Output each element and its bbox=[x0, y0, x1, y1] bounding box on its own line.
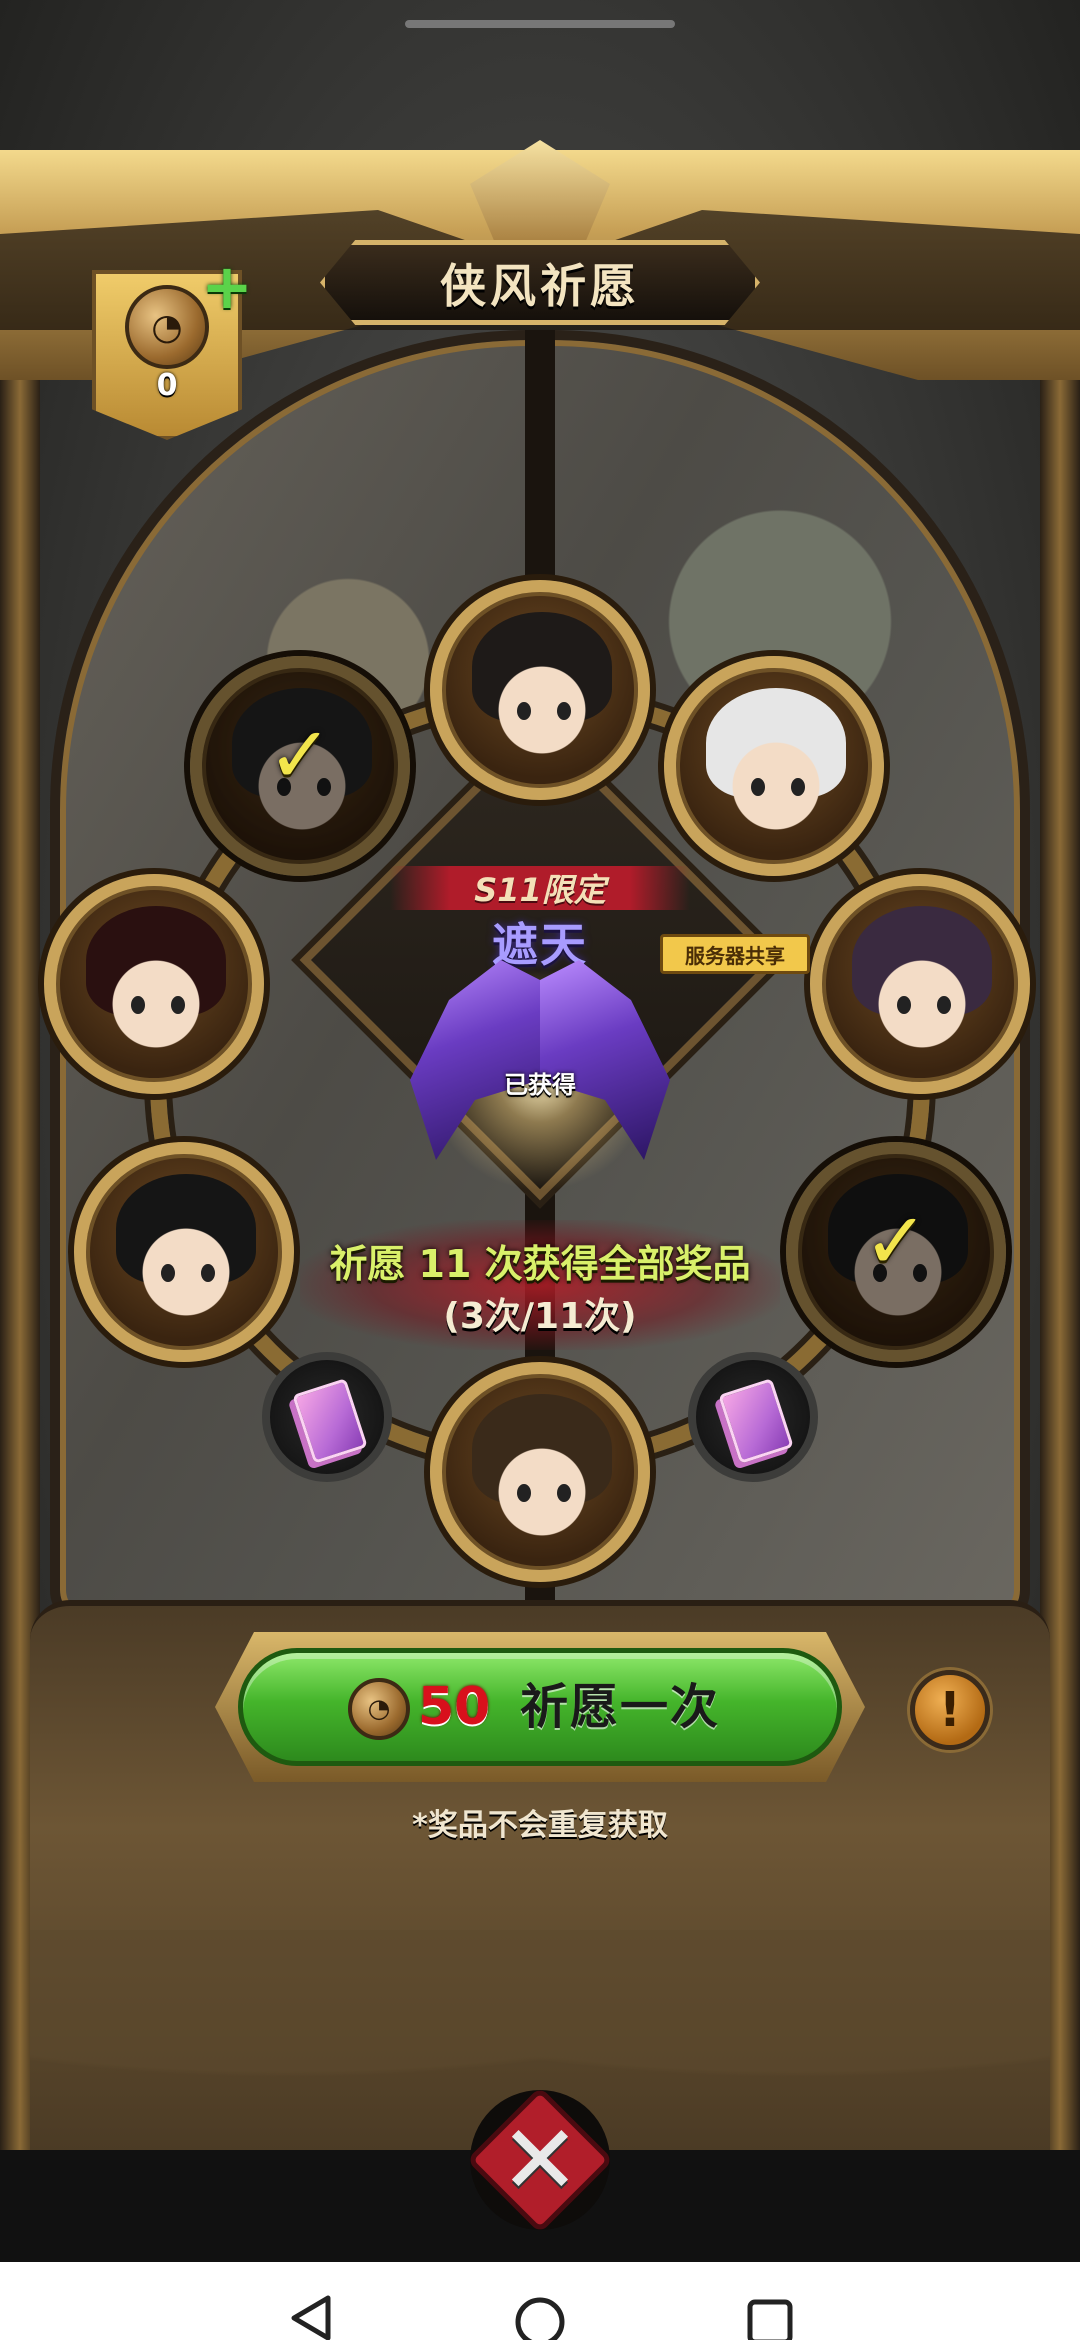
eye bbox=[557, 702, 571, 720]
eye bbox=[897, 996, 911, 1014]
eye bbox=[131, 996, 145, 1014]
info-button[interactable]: ! bbox=[910, 1670, 990, 1750]
portrait-bottom[interactable] bbox=[430, 1362, 650, 1582]
home-icon[interactable] bbox=[510, 2292, 570, 2340]
face-shape bbox=[721, 708, 831, 838]
eye bbox=[201, 1264, 215, 1282]
card-pack-icon bbox=[292, 1378, 368, 1464]
item-name: 遮天 bbox=[492, 918, 588, 972]
season-tag: S11限定 bbox=[474, 871, 606, 909]
face-shape bbox=[867, 926, 977, 1056]
portrait-bottom-left[interactable] bbox=[74, 1142, 294, 1362]
obtained-label: 已获得 bbox=[504, 1070, 576, 1099]
eye bbox=[517, 1484, 531, 1502]
face-shape bbox=[487, 1414, 597, 1544]
server-shared-badge: 服务器共享 bbox=[660, 934, 810, 974]
wish-button-label: 祈愿一次 bbox=[520, 1679, 721, 1735]
obtained-check-icon: ✓ bbox=[267, 711, 333, 801]
no-duplicate-note: *奖品不会重复获取 bbox=[412, 1808, 668, 1843]
gesture-handle bbox=[405, 20, 675, 28]
face-shape bbox=[131, 1194, 241, 1324]
eye bbox=[791, 778, 805, 796]
eye bbox=[937, 996, 951, 1014]
game-screen: 侠风祈愿 ◔ + 0 ✓ ✓ S11限定 遮天 服务器共享 已获得 祈愿 11 次… bbox=[0, 0, 1080, 2262]
eye bbox=[751, 778, 765, 796]
wind-coin-icon: ◔ bbox=[348, 1678, 410, 1740]
eye bbox=[517, 702, 531, 720]
card-slot-left[interactable] bbox=[262, 1352, 392, 1482]
progress-count: (3次/11次) bbox=[443, 1296, 637, 1337]
face-shape bbox=[101, 926, 211, 1056]
add-currency-button[interactable]: + bbox=[200, 256, 254, 318]
eye bbox=[171, 996, 185, 1014]
eye bbox=[161, 1264, 175, 1282]
page-title: 侠风祈愿 bbox=[440, 258, 640, 313]
wish-cost: 50 bbox=[418, 1677, 491, 1737]
obtained-check-icon: ✓ bbox=[863, 1197, 929, 1287]
portrait-right[interactable] bbox=[810, 874, 1030, 1094]
back-icon[interactable] bbox=[282, 2292, 342, 2340]
recents-icon[interactable] bbox=[740, 2292, 800, 2340]
wind-coin-icon: ◔ bbox=[125, 285, 209, 369]
card-pack-icon bbox=[718, 1378, 794, 1464]
portrait-top[interactable] bbox=[430, 580, 650, 800]
portrait-left[interactable] bbox=[44, 874, 264, 1094]
face-shape bbox=[487, 632, 597, 762]
portrait-top-right[interactable] bbox=[664, 656, 884, 876]
eye bbox=[557, 1484, 571, 1502]
progress-text: 祈愿 11 次获得全部奖品 bbox=[329, 1241, 751, 1286]
currency-count: 0 bbox=[156, 368, 178, 403]
card-slot-right[interactable] bbox=[688, 1352, 818, 1482]
close-icon[interactable]: ✕ bbox=[488, 2104, 592, 2216]
